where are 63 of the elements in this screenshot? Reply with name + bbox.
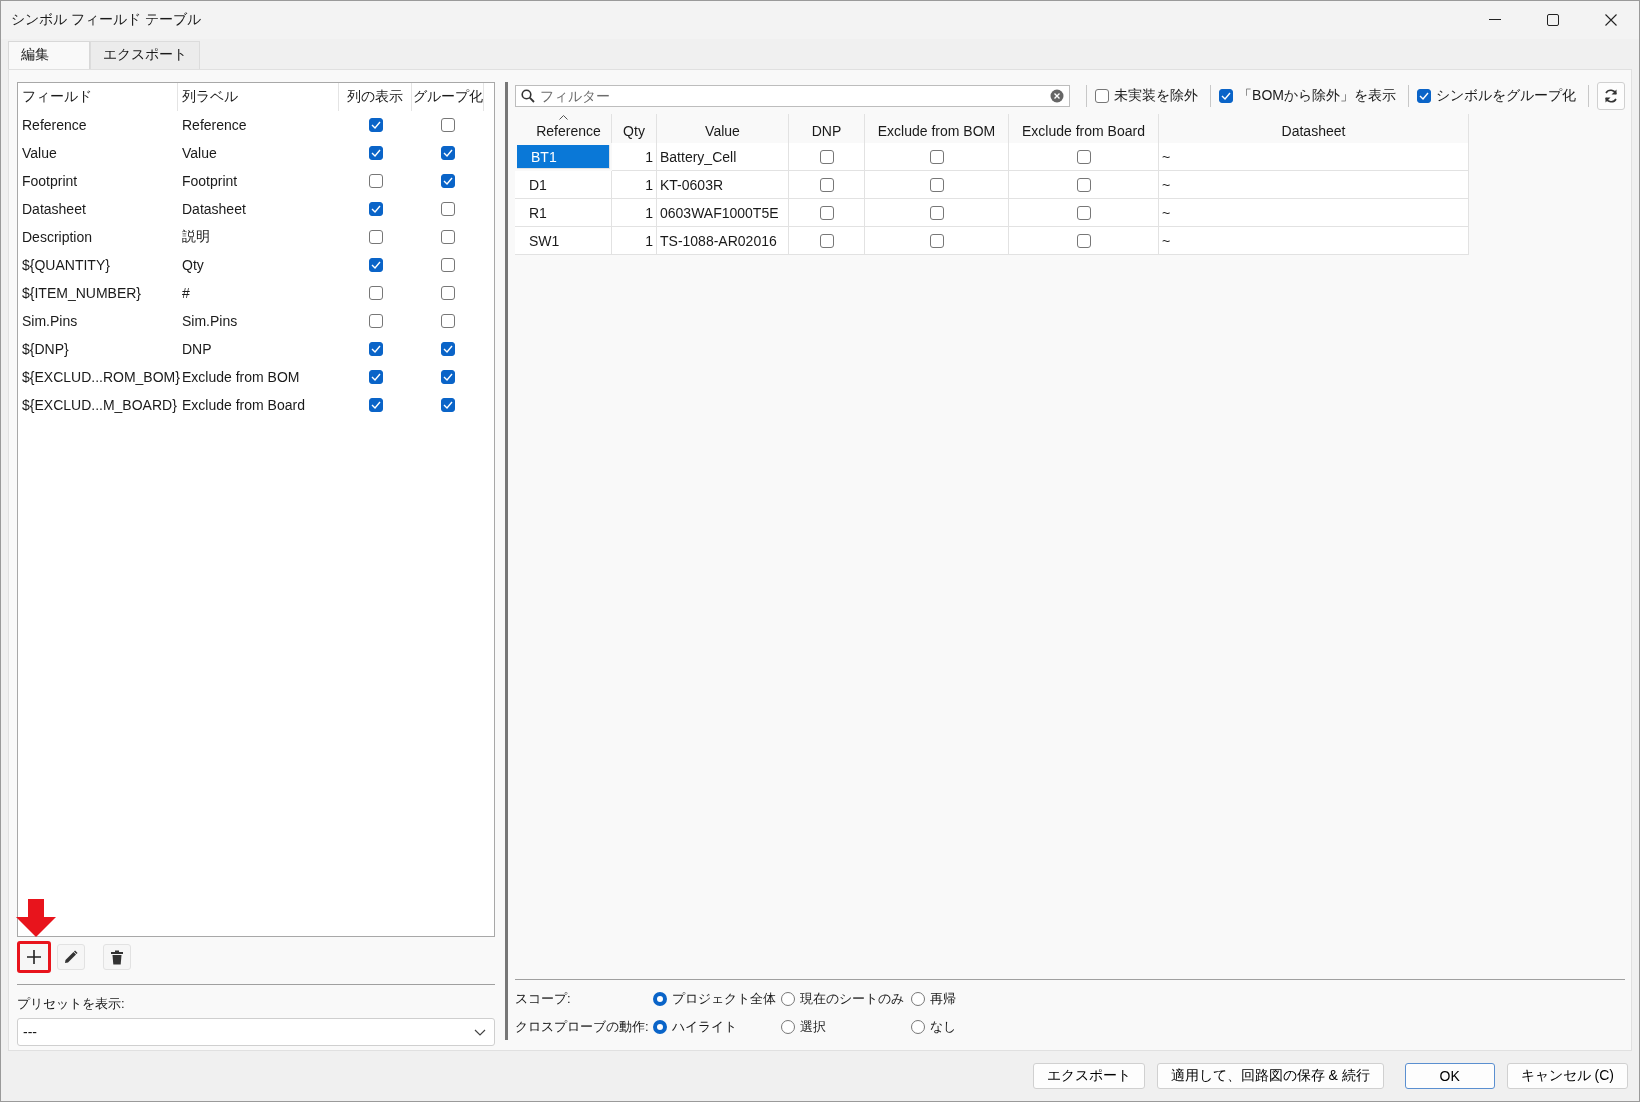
table-cell: 1 [612,199,657,227]
table-cell-text: Value [21,144,58,163]
table-cell-text: DNP [181,340,213,359]
table-cell: ~ [1159,171,1469,199]
checkbox-label: 未実装を除外 [1114,87,1199,105]
table-cell-text: Exclude from Board [181,396,306,415]
radio-option[interactable]: ハイライト [653,1018,737,1036]
column-header[interactable]: フィールド [18,83,178,111]
table-cell: KT-0603R [657,171,789,199]
dialog-button[interactable]: キャンセル (C) [1506,1063,1628,1089]
radio-group-label: スコープ: [515,990,572,1008]
table-cell-text: Qty [181,256,205,275]
table-cell: 0603WAF1000T5E [657,199,789,227]
table-cell-text: # [181,284,191,303]
radio-option[interactable]: 再帰 [911,990,956,1008]
table-cell-text: Sim.Pins [21,312,79,331]
dialog-button[interactable]: OK [1404,1063,1495,1089]
preset-dropdown[interactable]: --- [17,1018,495,1046]
table-cell[interactable]: SW1 [515,227,612,255]
radio-option[interactable]: 現在のシートのみ [781,990,904,1008]
table-cell[interactable]: BT1 [517,145,610,169]
radio-group-label: クロスプローブの動作: [515,1018,650,1036]
table-cell: 1 [612,143,657,171]
table-cell: TS-1088-AR02016 [657,227,789,255]
dialog-button[interactable]: 適用して、回路図の保存 & 続行 [1156,1063,1384,1089]
dialog-button[interactable]: エクスポート [1032,1063,1145,1089]
tab[interactable]: 編集 [8,41,90,69]
table-cell-text: Datasheet [181,200,247,219]
table-cell-text: ${ITEM_NUMBER} [21,284,143,303]
radio-option[interactable]: なし [911,1018,956,1036]
table-cell: 1 [612,227,657,255]
table-cell: ~ [1159,199,1469,227]
table-cell[interactable]: R1 [515,199,612,227]
preset-label: プリセットを表示: [17,995,126,1013]
table-cell-text: Datasheet [21,200,87,219]
table-cell-text: Reference [21,116,88,135]
radio-option[interactable]: 選択 [781,1018,826,1036]
table-cell-text: Reference [181,116,248,135]
table-cell-text: ${QUANTITY} [21,256,111,275]
table-cell: 1 [612,171,657,199]
checkbox-label: シンボルをグループ化 [1436,87,1576,105]
table-cell: Battery_Cell [657,143,789,171]
column-header[interactable]: 列ラベル [178,83,339,111]
checkbox-label: 「BOMから除外」を表示 [1238,87,1396,105]
table-cell-text: Footprint [21,172,79,191]
table-cell-text: Exclude from BOM [181,368,301,387]
table-cell-text: ${EXCLUD...M_BOARD} [21,396,178,415]
table-cell[interactable]: D1 [515,171,612,199]
radio-option[interactable]: プロジェクト全体 [653,990,776,1008]
table-cell: ~ [1159,227,1469,255]
table-cell-text: Value [181,144,218,163]
table-cell-text: 説明 [181,227,211,246]
table-cell-text: Description [21,228,94,247]
table-cell-text: Sim.Pins [181,312,239,331]
tab[interactable]: エクスポート [90,41,200,69]
table-cell-text: ${DNP} [21,340,70,359]
window-title: シンボル フィールド テーブル [11,11,201,29]
column-header[interactable]: 列の表示 [339,83,412,111]
table-cell-text: ${EXCLUD...ROM_BOM} [21,368,178,387]
table-cell: ~ [1159,143,1469,171]
column-header[interactable]: グループ化 [412,83,484,111]
filter-field[interactable]: フィルター [515,85,1071,107]
table-cell-text: Footprint [181,172,239,191]
